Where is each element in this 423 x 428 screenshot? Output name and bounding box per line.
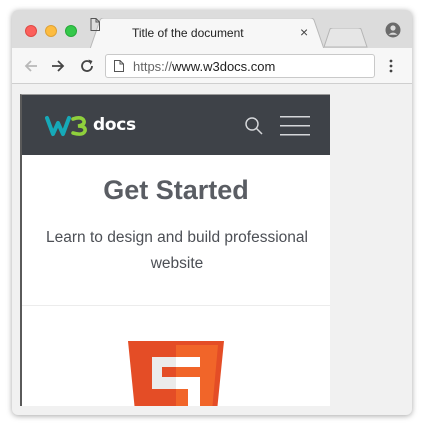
logo-text: docs	[93, 115, 136, 135]
url-text: https://www.w3docs.com	[133, 59, 275, 74]
close-window-button[interactable]	[25, 25, 37, 37]
search-icon[interactable]	[244, 116, 264, 136]
page-info-icon[interactable]	[114, 60, 124, 72]
url-host: www.w3docs.com	[172, 59, 276, 74]
maximize-window-button[interactable]	[65, 25, 77, 37]
url-scheme: https://	[133, 59, 173, 74]
html5-icon[interactable]	[128, 341, 224, 406]
address-bar[interactable]: https://www.w3docs.com	[105, 54, 375, 78]
tab-title: Title of the document	[132, 26, 244, 40]
w3-logo-mark	[45, 116, 87, 136]
forward-arrow-icon[interactable]	[49, 57, 67, 75]
back-arrow-icon[interactable]	[22, 57, 40, 75]
document-icon	[90, 18, 100, 31]
hamburger-menu-icon[interactable]	[280, 115, 310, 137]
kebab-menu-icon[interactable]	[389, 59, 393, 73]
new-tab-icon[interactable]	[324, 28, 368, 48]
minimize-window-button[interactable]	[45, 25, 57, 37]
reload-icon[interactable]	[78, 57, 96, 75]
site-header: docs	[22, 95, 330, 155]
section-divider	[22, 305, 330, 306]
profile-icon[interactable]	[385, 22, 401, 38]
browser-toolbar: https://www.w3docs.com	[12, 48, 412, 84]
tab-bar: Title of the document ×	[12, 10, 412, 49]
tab-close-button[interactable]: ×	[300, 24, 308, 40]
hero-title: Get Started	[103, 175, 249, 205]
hero-subtitle: Learn to design and build professional w…	[46, 229, 308, 272]
tab-active[interactable]: Title of the document ×	[90, 18, 324, 49]
browser-window: Title of the document × https://www.w3do…	[12, 10, 412, 415]
page-viewport: docs Get Started Learn to design and bui…	[20, 94, 330, 406]
